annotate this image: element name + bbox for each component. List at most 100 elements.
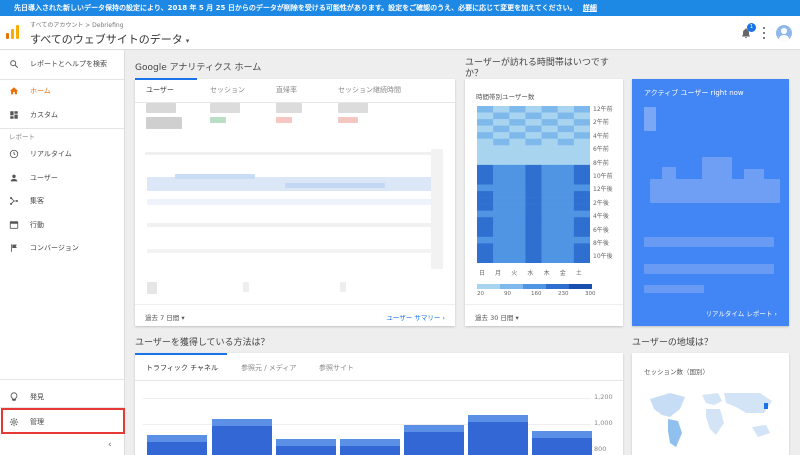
sidebar-item-conversions[interactable]: コンバージョン — [0, 237, 124, 259]
heatmap-cell — [493, 106, 510, 113]
heatmap-cell — [477, 171, 494, 179]
heatmap-cell — [541, 223, 559, 231]
notifications-button[interactable]: 1 — [740, 23, 756, 39]
heatmap-cell — [541, 177, 559, 185]
heatmap-cell — [525, 204, 542, 211]
scale-label: 90 — [504, 291, 511, 297]
tab-referrals[interactable]: 参照サイト — [319, 363, 354, 373]
heatmap-cell — [557, 243, 575, 251]
day-label: 金 — [559, 270, 566, 277]
heatmap-cell — [477, 177, 494, 185]
sidebar-item-audience[interactable]: ユーザー — [0, 167, 124, 189]
chart-bar-cap — [404, 425, 464, 432]
heatmap-card-title: ユーザーが訪れる時間帯はいつですか？ — [465, 58, 609, 79]
heatmap-cell — [573, 249, 590, 257]
geo-card-title: ユーザーの地域は？ — [632, 338, 713, 348]
world-map — [650, 393, 772, 447]
heatmap-cell — [477, 223, 494, 231]
heatmap-cell — [493, 210, 510, 218]
sidebar-item-custom[interactable]: カスタム — [0, 104, 124, 126]
heatmap-cell — [477, 164, 494, 172]
notification-banner: 先日導入された新しいデータ保持の設定により、2018 年 5 月 25 日からの… — [0, 0, 800, 16]
heatmap-cell — [509, 171, 526, 179]
realtime-report-link[interactable]: リアルタイム レポート › — [705, 308, 777, 318]
heatmap-cell — [541, 119, 559, 126]
analytics-logo-icon[interactable] — [6, 25, 20, 39]
heatmap-cell — [477, 217, 494, 225]
heatmap-cell — [509, 106, 526, 113]
tab-traffic-channel[interactable]: トラフィック チャネル — [146, 363, 218, 373]
heatmap-cell — [525, 197, 542, 205]
account-avatar[interactable] — [776, 25, 792, 41]
hour-label: 4午前 — [593, 132, 609, 140]
collapse-sidebar-button[interactable]: ‹ — [108, 440, 112, 450]
heatmap-cell — [557, 112, 575, 120]
heatmap-cell — [573, 171, 590, 179]
heatmap-cell — [573, 138, 590, 146]
sidebar-item-home[interactable]: ホーム — [0, 80, 124, 102]
heatmap-cell — [493, 119, 510, 126]
heatmap-cell — [557, 256, 575, 263]
heatmap-cell — [477, 249, 494, 257]
users-summary-link[interactable]: ユーザー サマリー › — [386, 312, 445, 322]
heatmap-cell — [477, 119, 494, 126]
heatmap-cell — [509, 210, 526, 218]
heatmap-cell — [525, 223, 542, 231]
heatmap-cell — [557, 191, 575, 198]
heatmap-cell — [557, 217, 575, 225]
heatmap-cell — [541, 125, 559, 133]
heatmap-cell — [541, 204, 559, 211]
heatmap-cell — [477, 243, 494, 251]
hour-label: 6午後 — [593, 226, 609, 234]
tab-bounce-rate[interactable]: 直帰率 — [276, 85, 297, 95]
hour-label: 10午後 — [593, 253, 613, 261]
hour-label: 4午後 — [593, 213, 609, 221]
reports-section-label: レポート — [9, 133, 35, 141]
heatmap-cell — [525, 112, 542, 120]
heatmap-cell — [509, 138, 526, 146]
heatmap-cell — [557, 106, 575, 113]
sidebar-item-discover[interactable]: 発見 — [0, 386, 124, 408]
tab-source-medium[interactable]: 参照元 / メディア — [241, 363, 296, 373]
heatmap-cell — [493, 145, 510, 153]
hour-label: 6午前 — [593, 146, 609, 154]
home-date-range-selector[interactable]: 過去 7 日間 ▾ — [145, 312, 185, 322]
heatmap-date-range-selector[interactable]: 過去 30 日間 ▾ — [475, 312, 519, 322]
banner-details-link[interactable]: 詳細 — [583, 4, 597, 12]
heatmap-cell — [573, 256, 590, 263]
hour-label: 12午後 — [593, 186, 613, 194]
hour-label: 10午前 — [593, 173, 613, 180]
sidebar-item-realtime[interactable]: リアルタイム — [0, 143, 124, 165]
heatmap-cell — [509, 184, 526, 192]
person-icon — [10, 174, 18, 182]
sidebar-item-label: リアルタイム — [30, 150, 72, 158]
notification-count-badge: 1 — [747, 23, 756, 32]
heatmap-cell — [509, 197, 526, 205]
sidebar-search[interactable]: レポートとヘルプを検索 — [0, 53, 124, 75]
heatmap-cell — [477, 191, 494, 198]
more-vert-icon[interactable] — [762, 27, 766, 39]
tab-session-duration[interactable]: セッション継続時間 — [338, 85, 401, 95]
view-selector[interactable]: すべてのウェブサイトのデータ ▾ — [30, 31, 189, 47]
heatmap-cell — [477, 112, 494, 120]
account-breadcrumb[interactable]: すべてのアカウント > Debriefing — [30, 20, 124, 29]
chart-bar-cap — [212, 419, 272, 426]
sidebar-item-label: 行動 — [30, 221, 44, 229]
hourly-users-card: 時間帯別ユーザー数 12午前 2午前 4午前 6午前 8午前 10午前 12午後 2午後 4午後… — [465, 79, 623, 326]
heatmap-cell — [509, 256, 526, 263]
heatmap-cell — [525, 256, 542, 263]
heatmap-cell — [525, 145, 542, 153]
heatmap-cell — [557, 132, 575, 140]
heatmap-cell — [557, 145, 575, 153]
tab-users[interactable]: ユーザー — [146, 85, 174, 95]
heatmap-cell — [477, 132, 494, 140]
tab-sessions[interactable]: セッション — [210, 85, 245, 95]
acquisition-card-title: ユーザーを獲得している方法は？ — [135, 338, 270, 348]
sidebar-item-acquisition[interactable]: 集客 — [0, 190, 124, 212]
banner-text: 先日導入された新しいデータ保持の設定により、2018 年 5 月 25 日からの… — [14, 4, 577, 12]
sidebar-item-behavior[interactable]: 行動 — [0, 214, 124, 236]
sidebar-item-label: ユーザー — [30, 174, 58, 182]
hour-label: 12午前 — [593, 106, 613, 113]
scale-label: 230 — [558, 291, 569, 297]
heatmap-cell — [525, 177, 542, 185]
